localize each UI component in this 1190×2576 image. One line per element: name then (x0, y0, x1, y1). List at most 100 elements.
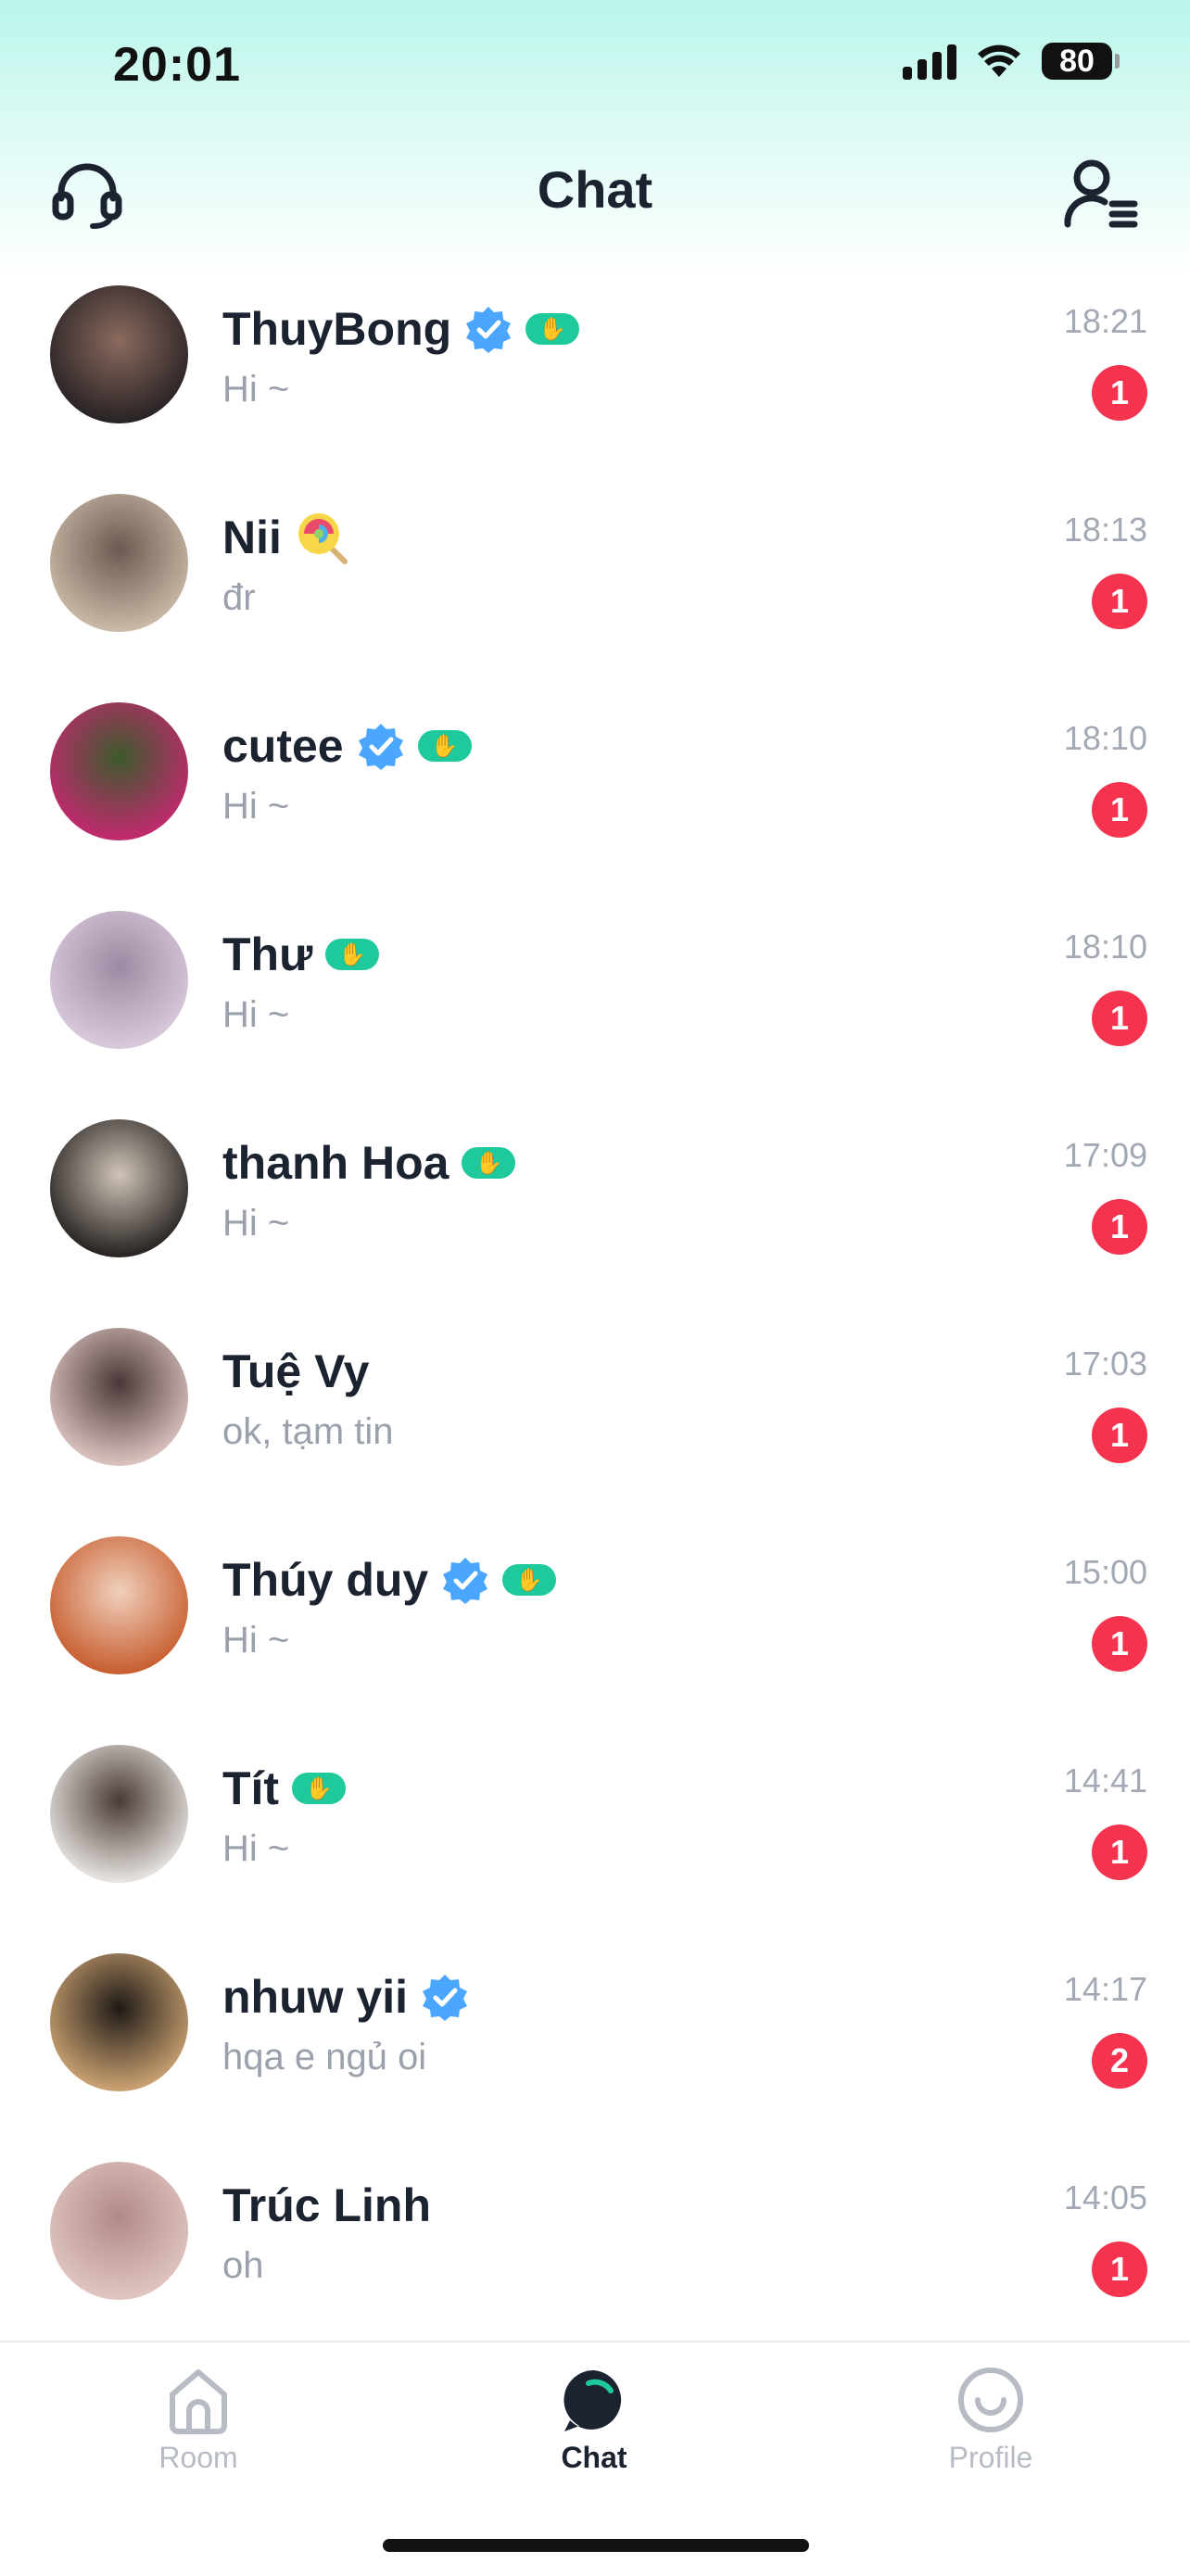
chat-name-line: Thư ✋ (222, 922, 380, 987)
chat-name-line: nhuw yii (222, 1964, 469, 2029)
chat-bubble-icon (563, 2369, 622, 2431)
contact-name: Trúc Linh (222, 2179, 431, 2231)
unread-count-badge: 1 (1092, 1825, 1147, 1880)
avatar[interactable] (50, 1745, 188, 1883)
chat-row[interactable]: nhuw yii hqa e ngủ oi 14:17 2 (0, 1927, 1190, 2136)
contact-name: thanh Hoa (222, 1137, 449, 1189)
verified-badge-icon (466, 307, 512, 353)
unread-count-badge: 1 (1092, 991, 1147, 1046)
message-time: 14:41 (1063, 1762, 1147, 1799)
chat-list: ThuyBong ✋ Hi ~18:21 1 Nii đr 18:13 1 cutee ✋ Hi … (0, 259, 1190, 2344)
chat-row[interactable]: Nii đr 18:13 1 (0, 468, 1190, 676)
message-time: 18:13 (1063, 511, 1147, 549)
message-preview: Hi ~ (222, 786, 290, 827)
chat-name-line: Thúy duy ✋ (222, 1547, 557, 1612)
nav-profile[interactable]: Profile (898, 2363, 1083, 2475)
message-preview: Hi ~ (222, 1828, 290, 1869)
chat-row[interactable]: thanh Hoa ✋ Hi ~ 17:09 1 (0, 1093, 1190, 1302)
unread-count-badge: 1 (1092, 782, 1147, 838)
message-preview: Hi ~ (222, 1620, 290, 1661)
chat-row[interactable]: Trúc Linh oh 14:05 1 (0, 2136, 1190, 2344)
message-time: 15:00 (1063, 1553, 1147, 1591)
message-time: 18:21 (1063, 302, 1147, 340)
message-time: 17:03 (1063, 1345, 1147, 1383)
unread-count-badge: 1 (1092, 2241, 1147, 2297)
chat-name-line: Tít ✋ (222, 1756, 347, 1821)
nav-chat[interactable]: Chat (501, 2363, 687, 2475)
status-icons: 80 (903, 43, 1120, 80)
message-preview: đr (222, 577, 256, 618)
chat-row[interactable]: Tuệ Vy ok, tạm tin 17:03 1 (0, 1302, 1190, 1510)
wave-hand-badge-icon: ✋ (462, 1147, 516, 1179)
avatar[interactable] (50, 1536, 188, 1674)
message-time: 14:17 (1063, 1970, 1147, 2008)
contact-name: Tuệ Vy (222, 1345, 370, 1397)
message-preview: hqa e ngủ oi (222, 2037, 427, 2077)
contacts-list-icon[interactable] (1062, 154, 1140, 232)
wifi-icon (978, 44, 1020, 77)
chat-name-line: Nii (222, 505, 350, 570)
page-title: Chat (537, 160, 653, 219)
contact-name: Thúy duy (222, 1554, 429, 1606)
chat-name-line: Trúc Linh (222, 2173, 431, 2238)
unread-count-badge: 1 (1092, 1199, 1147, 1255)
contact-name: ThuyBong (222, 303, 452, 355)
chat-name-line: ThuyBong ✋ (222, 297, 580, 361)
message-time: 14:05 (1063, 2178, 1147, 2216)
unread-count-badge: 1 (1092, 1408, 1147, 1463)
chat-row[interactable]: cutee ✋ Hi ~ 18:10 1 (0, 676, 1190, 885)
battery-level: 80 (1059, 43, 1095, 79)
chat-row[interactable]: Tít ✋ Hi ~ 14:41 1 (0, 1719, 1190, 1927)
contact-name: nhuw yii (222, 1971, 408, 2023)
avatar[interactable] (50, 494, 188, 632)
chat-row[interactable]: Thư ✋ Hi ~ 18:10 1 (0, 885, 1190, 1093)
battery-icon: 80 (1042, 43, 1120, 80)
avatar[interactable] (50, 1119, 188, 1257)
avatar[interactable] (50, 702, 188, 840)
contact-name: Tít (222, 1762, 280, 1814)
unread-count-badge: 2 (1092, 2033, 1147, 2089)
app-header: Chat (0, 148, 1190, 241)
avatar[interactable] (50, 1953, 188, 2091)
chat-name-line: Tuệ Vy (222, 1339, 369, 1404)
verified-badge-icon (443, 1558, 488, 1604)
message-preview: Hi ~ (222, 369, 290, 410)
verified-badge-icon (423, 1975, 467, 2021)
lollipop-emoji-icon (298, 513, 348, 564)
nav-room[interactable]: Room (106, 2363, 291, 2475)
home-icon (170, 2369, 227, 2434)
home-indicator (383, 2539, 809, 2552)
unread-count-badge: 1 (1092, 365, 1147, 421)
wave-hand-badge-icon: ✋ (292, 1773, 347, 1804)
wave-hand-badge-icon: ✋ (502, 1564, 557, 1596)
message-time: 18:10 (1063, 719, 1147, 757)
chat-name-line: thanh Hoa ✋ (222, 1130, 516, 1195)
message-preview: ok, tạm tin (222, 1411, 394, 1452)
message-time: 18:10 (1063, 928, 1147, 966)
smile-profile-icon (958, 2368, 1023, 2432)
nav-room-label: Room (158, 2441, 238, 2474)
unread-count-badge: 1 (1092, 1616, 1147, 1672)
avatar[interactable] (50, 2162, 188, 2300)
nav-chat-label: Chat (561, 2441, 627, 2474)
wave-hand-badge-icon: ✋ (525, 313, 580, 345)
chat-row[interactable]: ThuyBong ✋ Hi ~ 18:21 1 (0, 259, 1190, 468)
cellular-signal-icon (903, 43, 956, 80)
avatar[interactable] (50, 285, 188, 423)
status-time: 20:01 (113, 38, 241, 92)
message-time: 17:09 (1063, 1136, 1147, 1174)
contact-name: Thư (222, 928, 313, 980)
wave-hand-badge-icon: ✋ (325, 939, 380, 970)
contact-name: Nii (222, 511, 282, 563)
message-preview: oh (222, 2245, 264, 2286)
verified-badge-icon (358, 724, 403, 770)
chat-row[interactable]: Thúy duy ✋ Hi ~ 15:00 1 (0, 1510, 1190, 1719)
message-preview: Hi ~ (222, 994, 290, 1035)
avatar[interactable] (50, 911, 188, 1049)
nav-profile-label: Profile (948, 2441, 1033, 2474)
avatar[interactable] (50, 1328, 188, 1466)
message-preview: Hi ~ (222, 1203, 290, 1244)
wave-hand-badge-icon: ✋ (417, 730, 472, 762)
unread-count-badge: 1 (1092, 574, 1147, 629)
chat-name-line: cutee ✋ (222, 713, 472, 778)
